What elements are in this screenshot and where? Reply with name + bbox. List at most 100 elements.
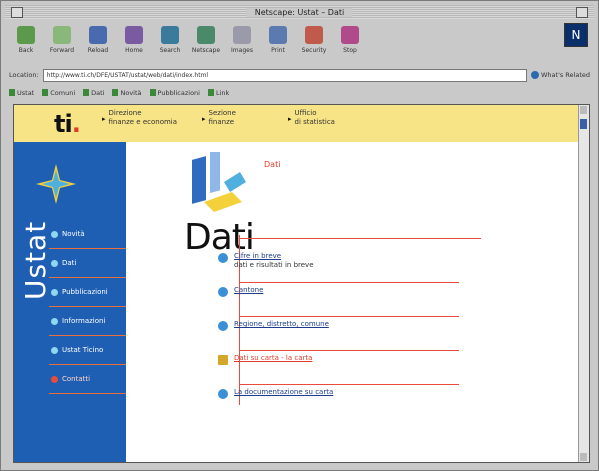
- back-button[interactable]: Back: [11, 23, 41, 63]
- sidebar-item-label: Contatti: [62, 375, 91, 383]
- nav-1-line1: Direzione: [108, 109, 142, 117]
- forward-arrow-icon: [53, 26, 71, 44]
- toolbar-button-label: Home: [125, 47, 143, 54]
- search-button[interactable]: Search: [155, 23, 185, 63]
- netscape-throbber-icon[interactable]: N: [564, 23, 588, 47]
- reload-icon: [89, 26, 107, 44]
- sidebar-item[interactable]: Informazioni: [49, 307, 126, 336]
- bookmark-label: Link: [215, 88, 230, 97]
- toolbar-button-label: Forward: [49, 47, 75, 54]
- bookmark-label: Pubblicazioni: [157, 88, 200, 97]
- toolbar-button-label: Images: [231, 47, 253, 54]
- ti-logo[interactable]: ti.: [54, 110, 81, 138]
- dati-link[interactable]: Regione, distretto, comune: [234, 320, 329, 328]
- forward-button[interactable]: Forward: [47, 23, 77, 63]
- images-button[interactable]: Images: [227, 23, 257, 63]
- bookmark-item[interactable]: Novità: [112, 89, 142, 97]
- dati-link[interactable]: Dati su carta - la carta: [234, 354, 312, 362]
- zoom-box-icon[interactable]: [576, 7, 588, 18]
- whats-related-button[interactable]: What's Related: [530, 71, 590, 79]
- window-title: Netscape: Ustat – Dati: [246, 7, 353, 17]
- bullet-icon: [51, 375, 58, 383]
- toolbar-button-label: Reload: [87, 47, 109, 54]
- bookmark-icon: [207, 89, 214, 96]
- dati-menu-item: Cifre in breve dati e risultati in breve: [218, 252, 333, 286]
- dati-link[interactable]: La documentazione su carta: [234, 388, 333, 396]
- scroll-thumb[interactable]: [580, 119, 587, 129]
- divider-horizontal: [239, 238, 481, 239]
- dati-menu-item: Cantone: [218, 286, 333, 320]
- toolbar-button-label: Security: [301, 47, 327, 54]
- sidebar-brand: Ustat: [19, 220, 52, 300]
- dati-menu: Cifre in breve dati e risultati in breve C…: [218, 252, 333, 422]
- bookmark-label: Ustat: [17, 88, 35, 97]
- sidebar-item[interactable]: Dati: [49, 249, 126, 278]
- home-button[interactable]: Home: [119, 23, 149, 63]
- page-content: ti. ▸ Direzione finanze e economia ▸ Sezi…: [13, 104, 590, 463]
- header-nav-3[interactable]: ▸ Ufficio di statistica: [288, 109, 335, 127]
- related-icon: [530, 71, 539, 79]
- sidebar-item[interactable]: Ustat Ticino: [49, 336, 126, 365]
- bookmark-icon: [42, 89, 49, 96]
- reload-button[interactable]: Reload: [83, 23, 113, 63]
- scroll-up-icon[interactable]: [580, 106, 587, 114]
- stop-button[interactable]: Stop: [335, 23, 365, 63]
- bookmark-label: Dati: [91, 88, 105, 97]
- sidebar: Ustat Novità Dati Pubblicazioni Informazion…: [14, 142, 126, 462]
- nav-1-line2: finanze e economia: [108, 118, 178, 126]
- sidebar-item-label: Pubblicazioni: [62, 288, 108, 296]
- sidebar-item-label: Informazioni: [62, 317, 106, 325]
- netscape-button[interactable]: Netscape: [191, 23, 221, 63]
- nav-3-line1: Ufficio: [294, 109, 317, 117]
- toolbar-button-label: Netscape: [191, 47, 221, 54]
- bullet-icon: [51, 288, 58, 296]
- sidebar-item[interactable]: Pubblicazioni: [49, 278, 126, 307]
- nav-arrow-icon: ▸: [102, 115, 106, 123]
- dati-menu-item: La documentazione su carta: [218, 388, 333, 422]
- nav-3-line2: di statistica: [294, 118, 335, 126]
- dati-link[interactable]: Cantone: [234, 286, 263, 294]
- security-button[interactable]: Security: [299, 23, 329, 63]
- globe-icon: [218, 389, 228, 399]
- print-button[interactable]: Print: [263, 23, 293, 63]
- section-label: Dati: [264, 160, 281, 169]
- sidebar-item-label: Dati: [62, 259, 77, 267]
- toolbar-button-label: Search: [159, 47, 181, 54]
- globe-icon: [218, 253, 228, 263]
- location-label: Location:: [9, 71, 39, 79]
- location-field[interactable]: http://www.ti.ch/DFE/USTAT/ustat/web/dat…: [42, 68, 527, 82]
- title-bar[interactable]: Netscape: Ustat – Dati: [5, 5, 594, 19]
- dati-link[interactable]: Cifre in breve: [234, 252, 281, 260]
- sidebar-item[interactable]: Contatti: [49, 365, 126, 394]
- bookmark-item[interactable]: Pubblicazioni: [149, 88, 200, 97]
- browser-window: Netscape: Ustat – Dati Back Forward Reload…: [0, 0, 599, 471]
- netscape-icon: [197, 26, 215, 44]
- bookmark-item[interactable]: Ustat: [9, 89, 34, 97]
- stop-icon: [341, 26, 359, 44]
- back-arrow-icon: [17, 26, 35, 44]
- header-nav-2[interactable]: ▸ Sezione finanze: [202, 109, 236, 127]
- bullet-icon: [51, 346, 58, 354]
- header-nav-1[interactable]: ▸ Direzione finanze e economia: [102, 109, 177, 127]
- bookmark-item[interactable]: Link: [207, 88, 230, 97]
- dati-logo-icon: [192, 152, 246, 212]
- bookmark-item[interactable]: Comuni: [42, 89, 75, 97]
- bookmark-item[interactable]: Dati: [83, 89, 104, 97]
- bookmark-icon: [112, 89, 119, 96]
- vertical-scrollbar[interactable]: [578, 105, 589, 462]
- toolbar-button-label: Stop: [343, 47, 357, 54]
- sidebar-item-label: Ustat Ticino: [62, 346, 104, 354]
- bookmark-icon: [9, 89, 15, 96]
- dati-link-subtitle: dati e risultati in breve: [234, 261, 314, 269]
- bookmark-label: Comuni: [50, 88, 76, 97]
- nav-2-line1: Sezione: [208, 109, 236, 117]
- navigation-toolbar: Back Forward Reload Home Search Netscape Image…: [11, 23, 588, 65]
- close-box-icon[interactable]: [11, 7, 23, 18]
- nav-arrow-icon: ▸: [202, 115, 206, 123]
- sidebar-item[interactable]: Novità: [49, 220, 126, 249]
- sidebar-menu: Novità Dati Pubblicazioni Informazioni Ustat…: [49, 220, 126, 394]
- images-icon: [233, 26, 251, 44]
- print-icon: [269, 26, 287, 44]
- toolbar-button-label: Print: [271, 47, 285, 54]
- scroll-down-icon[interactable]: [580, 453, 587, 461]
